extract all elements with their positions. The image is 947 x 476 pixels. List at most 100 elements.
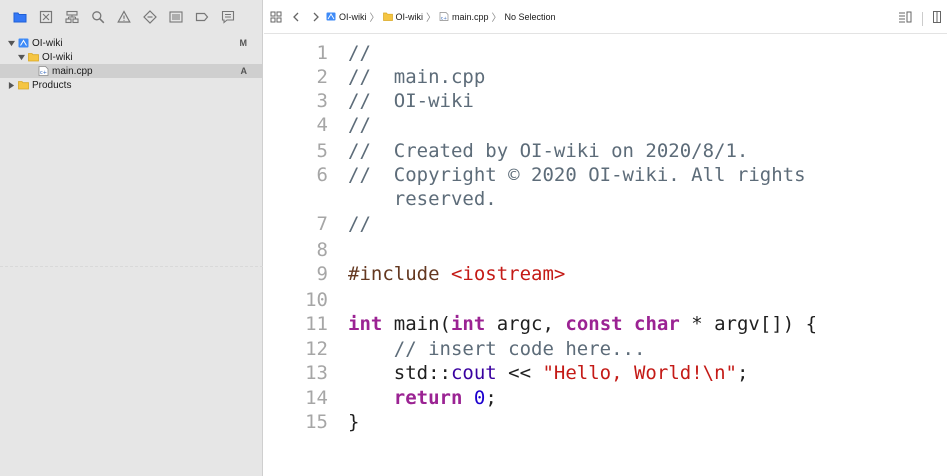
code-text: // (348, 212, 371, 236)
code-text: reserved. (348, 187, 497, 211)
code-line[interactable]: 2 // main.cpp (264, 65, 947, 89)
breadcrumb-group[interactable]: OI-wiki (382, 11, 424, 22)
line-number[interactable]: 12 (264, 337, 328, 361)
debug-icon[interactable] (165, 8, 187, 26)
code-token: const (565, 313, 623, 335)
code-text: // (348, 113, 371, 137)
tree-item-label: Products (32, 79, 72, 91)
source-control-icon[interactable] (35, 8, 57, 26)
code-line[interactable]: 7 // (264, 212, 947, 236)
line-number[interactable]: 3 (264, 89, 328, 113)
code-line[interactable]: 11 int main(int argc, const char * argv[]… (264, 312, 947, 336)
line-number[interactable]: 10 (264, 288, 328, 312)
jump-bar: OI-wiki 〉 OI-wiki 〉 c+ main.cpp 〉 No Sel… (264, 0, 947, 34)
tree-item-label: OI-wiki (42, 51, 73, 63)
tree-item-products[interactable]: Products (0, 78, 263, 92)
back-chevron-icon[interactable] (286, 7, 306, 27)
folder-icon (18, 80, 29, 90)
line-number[interactable]: 15 (264, 410, 328, 434)
code-token: // main.cpp (348, 66, 486, 88)
folder-icon[interactable] (9, 8, 31, 26)
code-token: reserved. (348, 188, 497, 210)
report-icon[interactable] (217, 8, 239, 26)
editor-options (898, 10, 941, 28)
tree-item-project[interactable]: OI-wiki M (0, 36, 263, 50)
breadcrumb-project[interactable]: OI-wiki (326, 12, 367, 22)
line-number[interactable]: 5 (264, 139, 328, 163)
split-editor-icon[interactable] (933, 10, 941, 28)
code-token: // (348, 213, 371, 235)
code-line[interactable]: 4 // (264, 113, 947, 137)
code-token: cout (450, 362, 497, 384)
code-token: char (634, 313, 680, 335)
code-line[interactable]: 12 // insert code here... (264, 337, 947, 361)
line-number[interactable]: 7 (264, 212, 328, 236)
disclosure-collapsed-icon[interactable] (6, 80, 16, 90)
code-text: // Copyright © 2020 OI-wiki. All rights (348, 163, 806, 187)
code-token: // insert code here... (393, 338, 646, 360)
source-editor[interactable]: 1 // 2 // main.cpp 3 // OI-wiki 4 // 5 // Created… (264, 34, 947, 476)
code-line[interactable]: 5 // Created by OI-wiki on 2020/8/1. (264, 139, 947, 163)
project-navigator: OI-wiki M OI-wiki c+ main.cpp A Products (0, 0, 263, 476)
breadcrumb-separator-icon: 〉 (369, 13, 380, 24)
forward-chevron-icon[interactable] (306, 7, 326, 27)
code-token: << (496, 362, 543, 384)
line-number[interactable]: 14 (264, 386, 328, 410)
breadcrumb-label: OI-wiki (339, 11, 367, 22)
code-token: int (450, 313, 486, 335)
line-number[interactable]: 6 (264, 163, 328, 187)
code-text: int main(int argc, const char * argv[]) … (348, 312, 817, 336)
xcode-project-icon (326, 12, 336, 21)
code-line[interactable]: 10 (264, 288, 947, 312)
code-token: ; (485, 387, 497, 409)
breadcrumb-separator-icon: 〉 (426, 13, 436, 24)
breakpoint-icon[interactable] (191, 8, 213, 26)
line-number[interactable]: 2 (264, 65, 328, 89)
tree-item-main-cpp[interactable]: c+ main.cpp A (0, 64, 263, 78)
issue-icon[interactable] (113, 8, 135, 26)
code-text: std::cout << "Hello, World!\n"; (348, 361, 749, 385)
line-number[interactable]: 9 (264, 262, 328, 286)
code-text: return 0; (348, 386, 497, 410)
related-items-icon[interactable] (266, 7, 286, 27)
breadcrumb-label: OI-wiki (395, 11, 424, 22)
code-line[interactable]: 3 // OI-wiki (264, 89, 947, 113)
line-number[interactable]: 13 (264, 361, 328, 385)
line-number[interactable]: 4 (264, 113, 328, 137)
code-line[interactable]: 1 // (264, 41, 947, 65)
breadcrumb-symbol[interactable]: No Selection (505, 12, 556, 22)
code-line[interactable]: 14 return 0; (264, 386, 947, 410)
code-token: std:: (348, 362, 451, 384)
test-icon[interactable] (139, 8, 161, 26)
editor-options-icon[interactable] (898, 10, 912, 28)
code-token: } (348, 411, 360, 433)
code-line[interactable]: 13 std::cout << "Hello, World!\n"; (264, 361, 947, 385)
code-line[interactable]: 6 // Copyright © 2020 OI-wiki. All rights (264, 163, 947, 187)
tree-item-label: main.cpp (52, 65, 93, 77)
code-text: // (348, 41, 371, 65)
breadcrumb-file[interactable]: c+ main.cpp (439, 12, 489, 22)
code-line[interactable]: reserved. (264, 187, 947, 211)
tree-item-group-oi-wiki[interactable]: OI-wiki (0, 50, 263, 64)
file-tree: OI-wiki M OI-wiki c+ main.cpp A Products (0, 36, 263, 92)
disclosure-expanded-icon[interactable] (6, 38, 16, 48)
disclosure-expanded-icon[interactable] (16, 52, 26, 62)
code-text: } (348, 410, 359, 434)
code-text: #include <iostream> (348, 262, 565, 286)
code-line[interactable]: 9 #include <iostream> (264, 262, 947, 286)
code-line[interactable]: 15} (264, 410, 947, 434)
code-token: 0 (473, 387, 486, 409)
code-token: ; (736, 362, 749, 384)
line-number[interactable]: 1 (264, 41, 328, 65)
code-token: int (348, 313, 383, 335)
line-number[interactable]: 8 (264, 238, 328, 262)
hierarchy-icon[interactable] (61, 8, 83, 26)
scm-status-badge: A (240, 66, 248, 76)
code-text: // Created by OI-wiki on 2020/8/1. (348, 139, 748, 163)
code-token: // (348, 114, 371, 136)
line-number[interactable]: 11 (264, 312, 328, 336)
find-icon[interactable] (87, 8, 109, 26)
folder-icon (28, 52, 39, 62)
code-line[interactable]: 8 (264, 238, 947, 262)
